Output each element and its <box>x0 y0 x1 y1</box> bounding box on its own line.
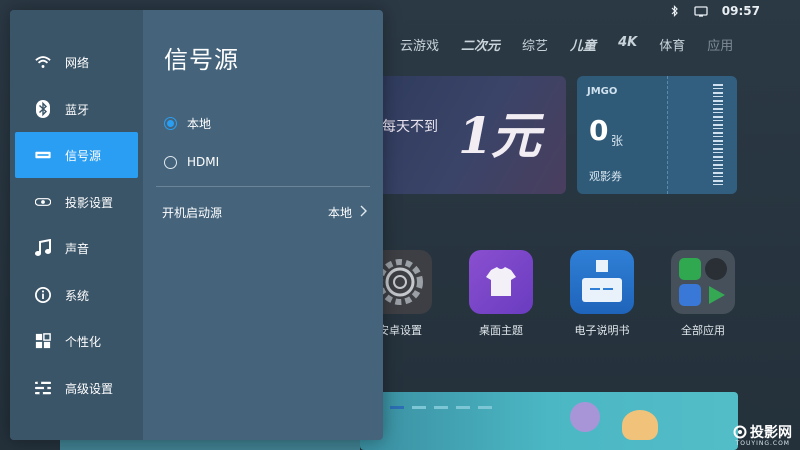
sidebar-item-system[interactable]: 系统 <box>15 272 138 318</box>
watermark-sub: TOUYING.COM <box>735 440 790 447</box>
carousel-dots <box>390 406 492 409</box>
app-grid-icon <box>671 250 735 314</box>
sidebar-item-label: 个性化 <box>65 334 102 349</box>
info-icon <box>35 287 51 303</box>
settings-sidebar: 网络 蓝牙 信号源 投影设置 声音 系统 个性化 高级设置 <box>10 10 143 440</box>
app-desktop-theme[interactable]: 桌面主题 <box>461 250 541 338</box>
tv-icon <box>694 5 708 17</box>
music-note-icon <box>35 239 51 256</box>
barcode-icon <box>713 84 723 186</box>
projector-icon <box>35 194 51 210</box>
app-manual[interactable]: 电子说明书 <box>562 250 642 338</box>
page-title: 信号源 <box>164 46 239 74</box>
promo-banner[interactable]: 每天不到 1元 <box>360 76 566 194</box>
feature-banner[interactable] <box>360 392 738 450</box>
watermark: 投影网 TOUYING.COM <box>733 422 792 447</box>
radio-unchecked-icon[interactable] <box>164 155 177 169</box>
app-label: 桌面主题 <box>479 324 523 337</box>
sidebar-item-label: 信号源 <box>65 148 102 163</box>
boot-source-row[interactable]: 开机启动源 本地 <box>162 204 367 221</box>
boot-source-label: 开机启动源 <box>162 206 223 220</box>
option-label: 本地 <box>187 117 212 131</box>
source-option-local[interactable]: 本地 <box>164 115 211 132</box>
sidebar-item-sound[interactable]: 声音 <box>15 225 138 271</box>
category-bar: 云游戏 二次元 综艺 儿童 4K 体育 应用 <box>400 35 733 54</box>
ticket-count: 0 <box>589 114 609 147</box>
sidebar-item-label: 声音 <box>65 241 90 256</box>
app-label: 全部应用 <box>681 324 725 337</box>
tshirt-icon <box>469 250 533 314</box>
category-4k[interactable]: 4K <box>618 35 637 54</box>
sidebar-item-network[interactable]: 网络 <box>15 39 138 85</box>
settings-content: 信号源 本地 HDMI 开机启动源 本地 <box>143 10 383 440</box>
sidebar-item-input-source[interactable]: 信号源 <box>15 132 138 178</box>
bluetooth-icon <box>35 100 51 118</box>
sidebar-item-advanced[interactable]: 高级设置 <box>15 365 138 411</box>
category-anime[interactable]: 二次元 <box>461 35 500 54</box>
category-sports[interactable]: 体育 <box>659 35 685 54</box>
source-option-hdmi[interactable]: HDMI <box>164 155 219 169</box>
watermark-text: 投影网 <box>750 425 792 441</box>
sidebar-item-label: 网络 <box>65 55 90 70</box>
ticket-brand: JMGO <box>587 86 618 97</box>
input-source-icon <box>35 147 51 163</box>
chevron-right-icon <box>360 205 367 220</box>
banner-big-text: 1元 <box>458 106 541 165</box>
ticket-unit: 张 <box>611 134 624 148</box>
illustration-character <box>622 410 658 440</box>
logo-icon <box>733 425 747 439</box>
settings-panel: 网络 蓝牙 信号源 投影设置 声音 系统 个性化 高级设置 信号源 本地 HDM… <box>10 10 383 440</box>
ticket-stub <box>667 76 737 194</box>
radio-checked-icon[interactable] <box>164 117 177 130</box>
ticket-label: 观影券 <box>589 170 622 183</box>
category-cloud-games[interactable]: 云游戏 <box>400 35 439 54</box>
divider <box>156 186 370 187</box>
sidebar-item-label: 系统 <box>65 288 90 303</box>
clock: 09:57 <box>721 4 760 18</box>
sidebar-item-label: 投影设置 <box>65 195 114 210</box>
sidebar-item-label: 蓝牙 <box>65 102 90 117</box>
status-bar: 09:57 <box>670 4 760 18</box>
app-label: 电子说明书 <box>574 324 630 337</box>
bluetooth-icon <box>670 5 680 17</box>
category-kids[interactable]: 儿童 <box>570 35 596 54</box>
sidebar-item-label: 高级设置 <box>65 381 114 396</box>
sliders-icon <box>35 380 51 396</box>
ticket-card[interactable]: JMGO 0 张 观影券 <box>577 76 737 194</box>
manual-icon <box>570 250 634 314</box>
banner-text: 每天不到 <box>382 119 438 135</box>
sidebar-item-personalize[interactable]: 个性化 <box>15 318 138 364</box>
sidebar-item-bluetooth[interactable]: 蓝牙 <box>15 86 138 132</box>
grid-icon <box>35 333 51 349</box>
sidebar-item-projection[interactable]: 投影设置 <box>15 179 138 225</box>
option-label: HDMI <box>187 155 220 169</box>
app-all-apps[interactable]: 全部应用 <box>663 250 743 338</box>
wifi-icon <box>35 54 51 70</box>
illustration-bird <box>570 402 600 432</box>
category-apps[interactable]: 应用 <box>707 35 733 54</box>
boot-source-value: 本地 <box>327 206 352 220</box>
category-variety[interactable]: 综艺 <box>522 35 548 54</box>
